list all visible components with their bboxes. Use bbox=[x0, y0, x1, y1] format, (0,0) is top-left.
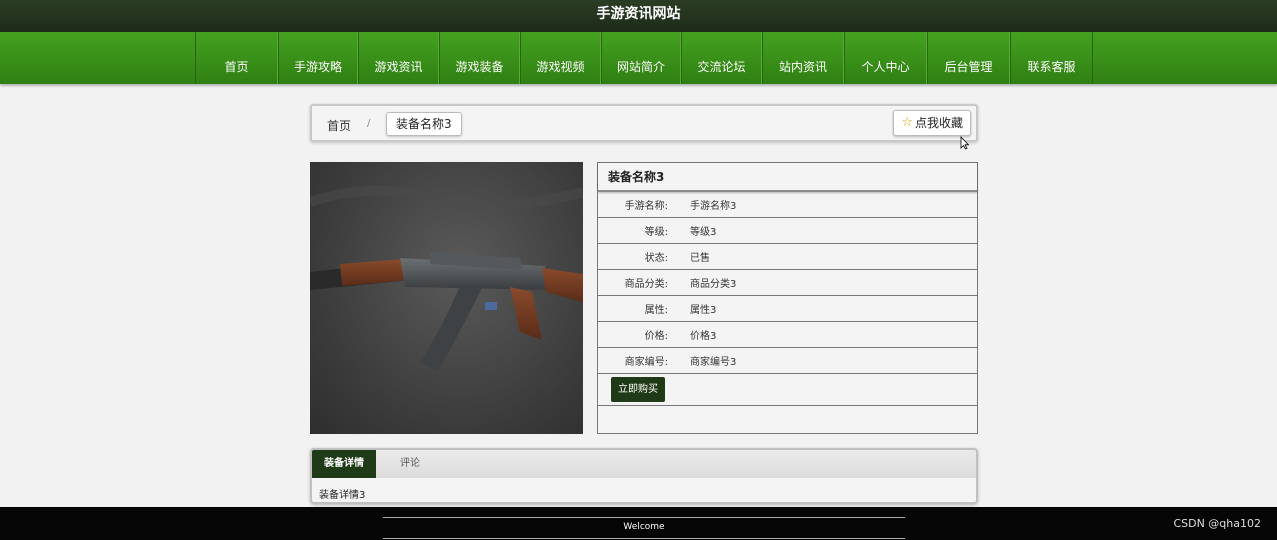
info-label: 状态: bbox=[644, 253, 668, 264]
site-header: 手游资讯网站 bbox=[0, 0, 1277, 32]
info-value: 已售 bbox=[690, 253, 710, 264]
info-row: 商品分类: 商品分类3 bbox=[598, 270, 977, 296]
info-value: 属性3 bbox=[690, 305, 717, 316]
site-title: 手游资讯网站 bbox=[596, 6, 681, 22]
nav-item-admin[interactable]: 后台管理 bbox=[927, 32, 1010, 84]
tab-bar: 装备详情 评论 bbox=[312, 450, 976, 478]
mouse-cursor-icon bbox=[960, 136, 970, 150]
breadcrumb-separator: / bbox=[367, 118, 371, 129]
info-row: 属性: 属性3 bbox=[598, 296, 977, 322]
info-label: 商品分类: bbox=[624, 279, 668, 290]
info-row: 手游名称: 手游名称3 bbox=[598, 192, 977, 218]
info-label: 商家编号: bbox=[624, 357, 668, 368]
product-image bbox=[310, 162, 583, 434]
nav-item-forum[interactable]: 交流论坛 bbox=[681, 32, 762, 84]
breadcrumb-current: 装备名称3 bbox=[386, 112, 462, 136]
info-row: 状态: 已售 bbox=[598, 244, 977, 270]
nav-item-site-news[interactable]: 站内资讯 bbox=[762, 32, 844, 84]
nav-item-profile[interactable]: 个人中心 bbox=[844, 32, 927, 84]
watermark: CSDN @qha102 bbox=[1173, 517, 1261, 530]
nav-item-guides[interactable]: 手游攻略 bbox=[278, 32, 358, 84]
info-label: 手游名称: bbox=[624, 201, 668, 212]
detail-tabs: 装备详情 评论 装备详情3 bbox=[310, 448, 978, 504]
product-title: 装备名称3 bbox=[598, 163, 977, 192]
nav-item-news[interactable]: 游戏资讯 bbox=[358, 32, 439, 84]
favorite-label: 点我收藏 bbox=[914, 116, 963, 130]
info-value: 商家编号3 bbox=[690, 357, 737, 368]
breadcrumb-home-link[interactable]: 首页 bbox=[327, 117, 351, 134]
favorite-button[interactable]: ☆ 点我收藏 bbox=[893, 110, 971, 136]
rifle-image bbox=[310, 185, 583, 372]
nav-item-videos[interactable]: 游戏视频 bbox=[520, 32, 601, 84]
main-nav: 首页 手游攻略 游戏资讯 游戏装备 游戏视频 网站简介 交流论坛 站内资讯 个人… bbox=[0, 32, 1277, 84]
footer: Welcome CSDN @qha102 bbox=[0, 507, 1277, 540]
buy-row: 立即购买 bbox=[598, 374, 977, 406]
nav-item-support[interactable]: 联系客服 bbox=[1010, 32, 1093, 84]
tab-equipment-details[interactable]: 装备详情 bbox=[312, 450, 376, 478]
star-icon: ☆ bbox=[901, 115, 913, 130]
info-value: 手游名称3 bbox=[690, 201, 737, 212]
info-label: 属性: bbox=[644, 305, 668, 316]
info-value: 商品分类3 bbox=[690, 279, 737, 290]
footer-welcome: Welcome bbox=[623, 522, 665, 532]
footer-divider bbox=[383, 538, 905, 539]
product-info-panel: 装备名称3 手游名称: 手游名称3 等级: 等级3 状态: 已售 商品分类: 商… bbox=[597, 162, 978, 434]
info-row: 商家编号: 商家编号3 bbox=[598, 348, 977, 374]
tab-content: 装备详情3 bbox=[319, 490, 366, 501]
footer-divider bbox=[383, 517, 905, 518]
nav-item-about[interactable]: 网站简介 bbox=[601, 32, 681, 84]
info-row: 价格: 价格3 bbox=[598, 322, 977, 348]
tab-comments[interactable]: 评论 bbox=[388, 450, 432, 478]
info-row: 等级: 等级3 bbox=[598, 218, 977, 244]
info-value: 价格3 bbox=[690, 331, 717, 342]
buy-now-button[interactable]: 立即购买 bbox=[611, 377, 665, 402]
info-label: 等级: bbox=[644, 227, 668, 238]
breadcrumb: 首页 / 装备名称3 ☆ 点我收藏 bbox=[310, 104, 978, 142]
nav-item-equipment[interactable]: 游戏装备 bbox=[439, 32, 520, 84]
info-value: 等级3 bbox=[690, 227, 717, 238]
nav-item-home[interactable]: 首页 bbox=[195, 32, 278, 84]
info-label: 价格: bbox=[644, 331, 668, 342]
